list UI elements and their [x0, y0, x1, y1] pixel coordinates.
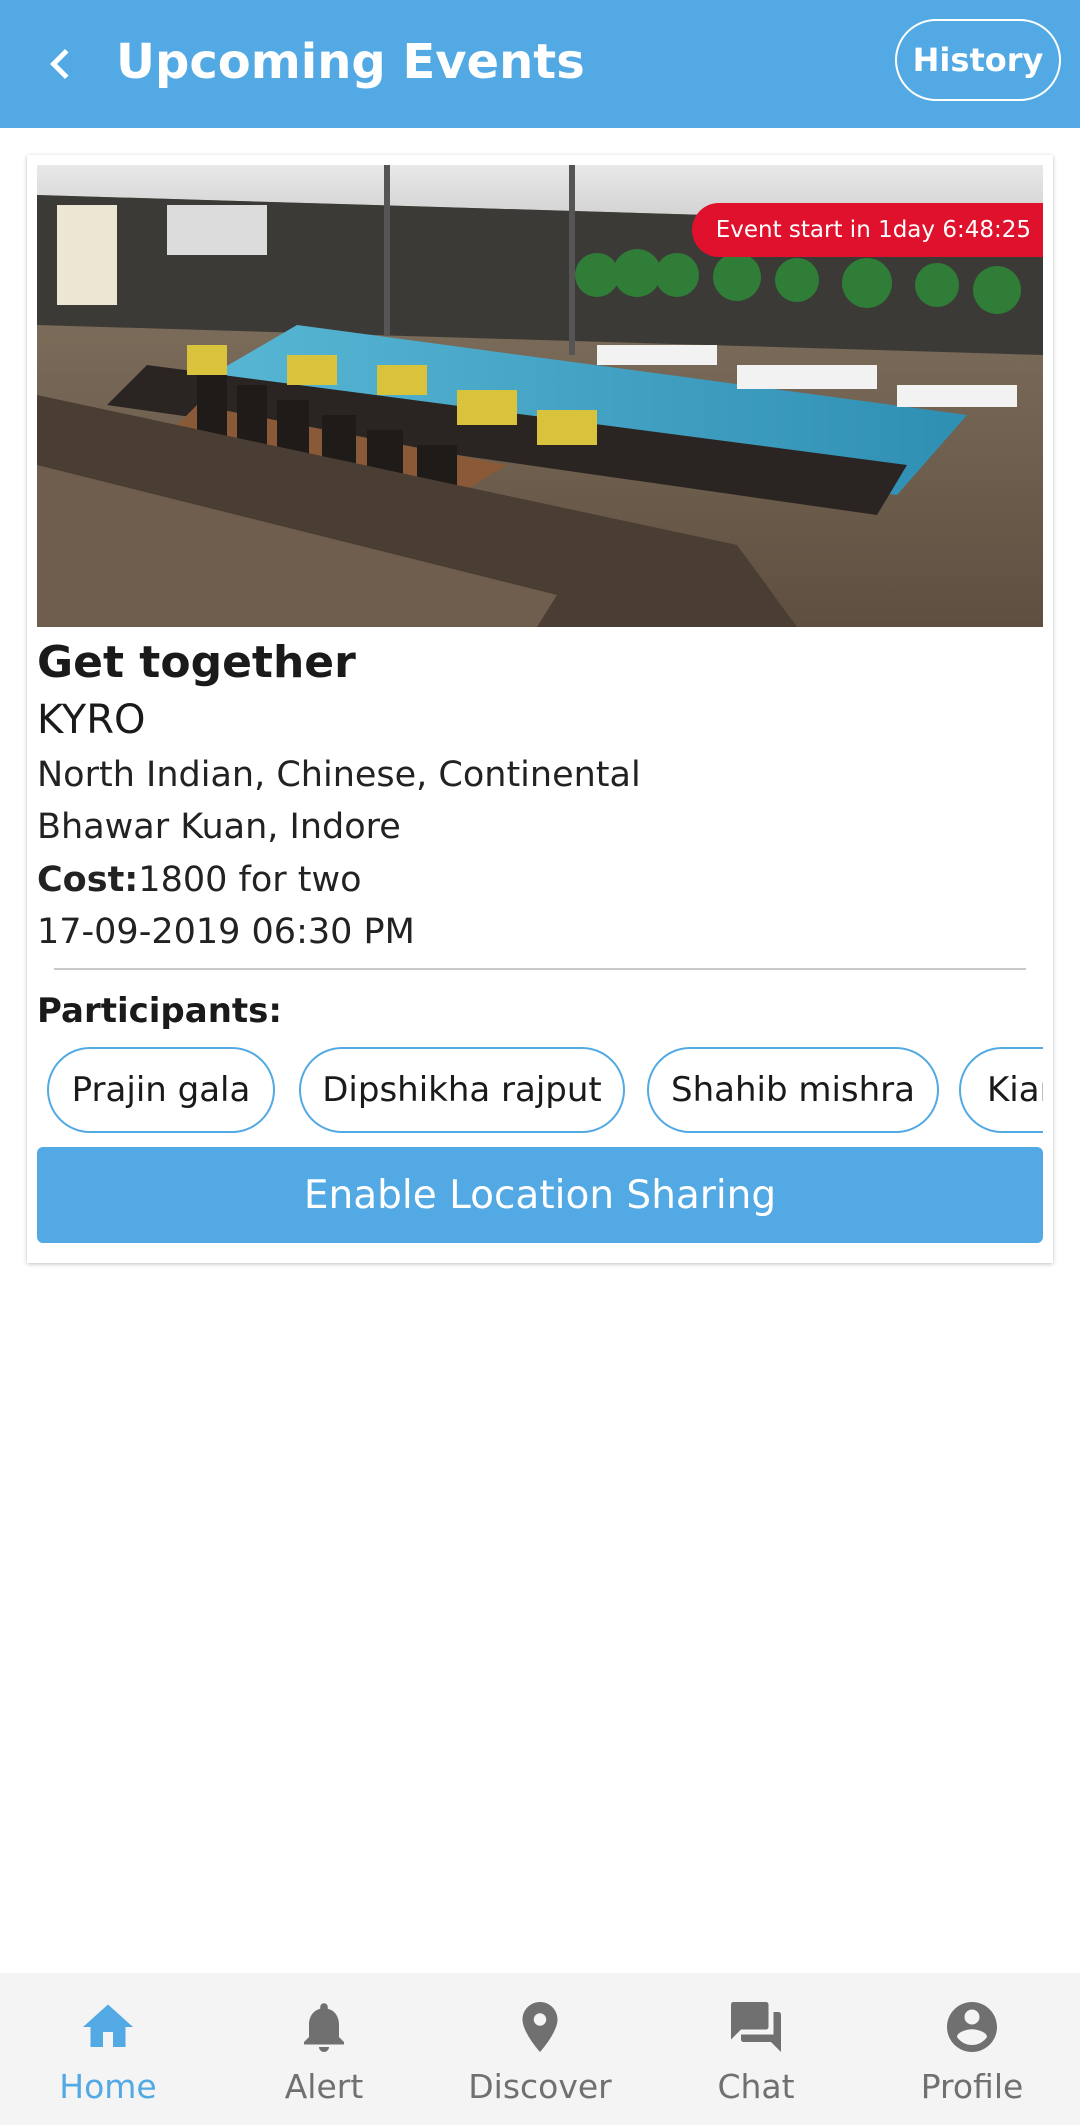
venue-name: KYRO [37, 697, 146, 743]
participant-chip[interactable]: Prajin gala [47, 1047, 275, 1133]
nav-label-alert: Alert [284, 2067, 364, 2106]
location-pin-icon [522, 2002, 558, 2052]
cost-value: 1800 for two [138, 860, 362, 900]
enable-location-sharing-button[interactable]: Enable Location Sharing [37, 1147, 1043, 1243]
back-arrow-icon [50, 49, 69, 79]
nav-discover[interactable]: Discover [432, 1973, 648, 2125]
home-icon [83, 2004, 133, 2047]
bell-icon [304, 2003, 344, 2052]
countdown-badge: Event start in 1day 6:48:25 [691, 203, 1043, 257]
back-button[interactable] [30, 34, 90, 94]
nav-label-discover: Discover [468, 2067, 612, 2106]
participant-chip[interactable]: Shahib mishra [647, 1047, 939, 1133]
app-bar: Upcoming Events History [0, 0, 1080, 128]
nav-label-home: Home [59, 2067, 157, 2106]
nav-profile[interactable]: Profile [864, 1973, 1080, 2125]
address-text: Bhawar Kuan, Indore [37, 807, 401, 847]
nav-home[interactable]: Home [0, 1973, 216, 2125]
cuisine-text: North Indian, Chinese, Continental [37, 755, 641, 795]
account-circle-icon [947, 2002, 997, 2052]
venue-photo: Event start in 1day 6:48:25 [37, 165, 1043, 627]
cost-label: Cost: [37, 860, 139, 900]
divider [54, 968, 1026, 970]
history-button[interactable]: History [895, 19, 1061, 101]
participant-chip[interactable]: Kiar [959, 1047, 1043, 1133]
nav-label-profile: Profile [920, 2067, 1024, 2106]
event-card[interactable]: Event start in 1day 6:48:25 Get together… [27, 155, 1053, 1263]
event-datetime: 17-09-2019 06:30 PM [37, 912, 415, 952]
nav-alert[interactable]: Alert [216, 1973, 432, 2125]
event-name: Get together [37, 637, 356, 688]
cost-text: Cost:1800 for two [37, 860, 362, 900]
participants-label: Participants: [37, 991, 283, 1031]
bottom-navigation: Home Alert Discover Chat Profile [0, 1973, 1080, 2125]
participants-list[interactable]: Prajin gala Dipshikha rajput Shahib mish… [37, 1047, 1043, 1137]
page-title: Upcoming Events [116, 34, 585, 90]
nav-label-chat: Chat [717, 2067, 795, 2106]
participant-chip[interactable]: Dipshikha rajput [299, 1047, 625, 1133]
nav-chat[interactable]: Chat [648, 1973, 864, 2125]
chat-icon [731, 2002, 781, 2052]
